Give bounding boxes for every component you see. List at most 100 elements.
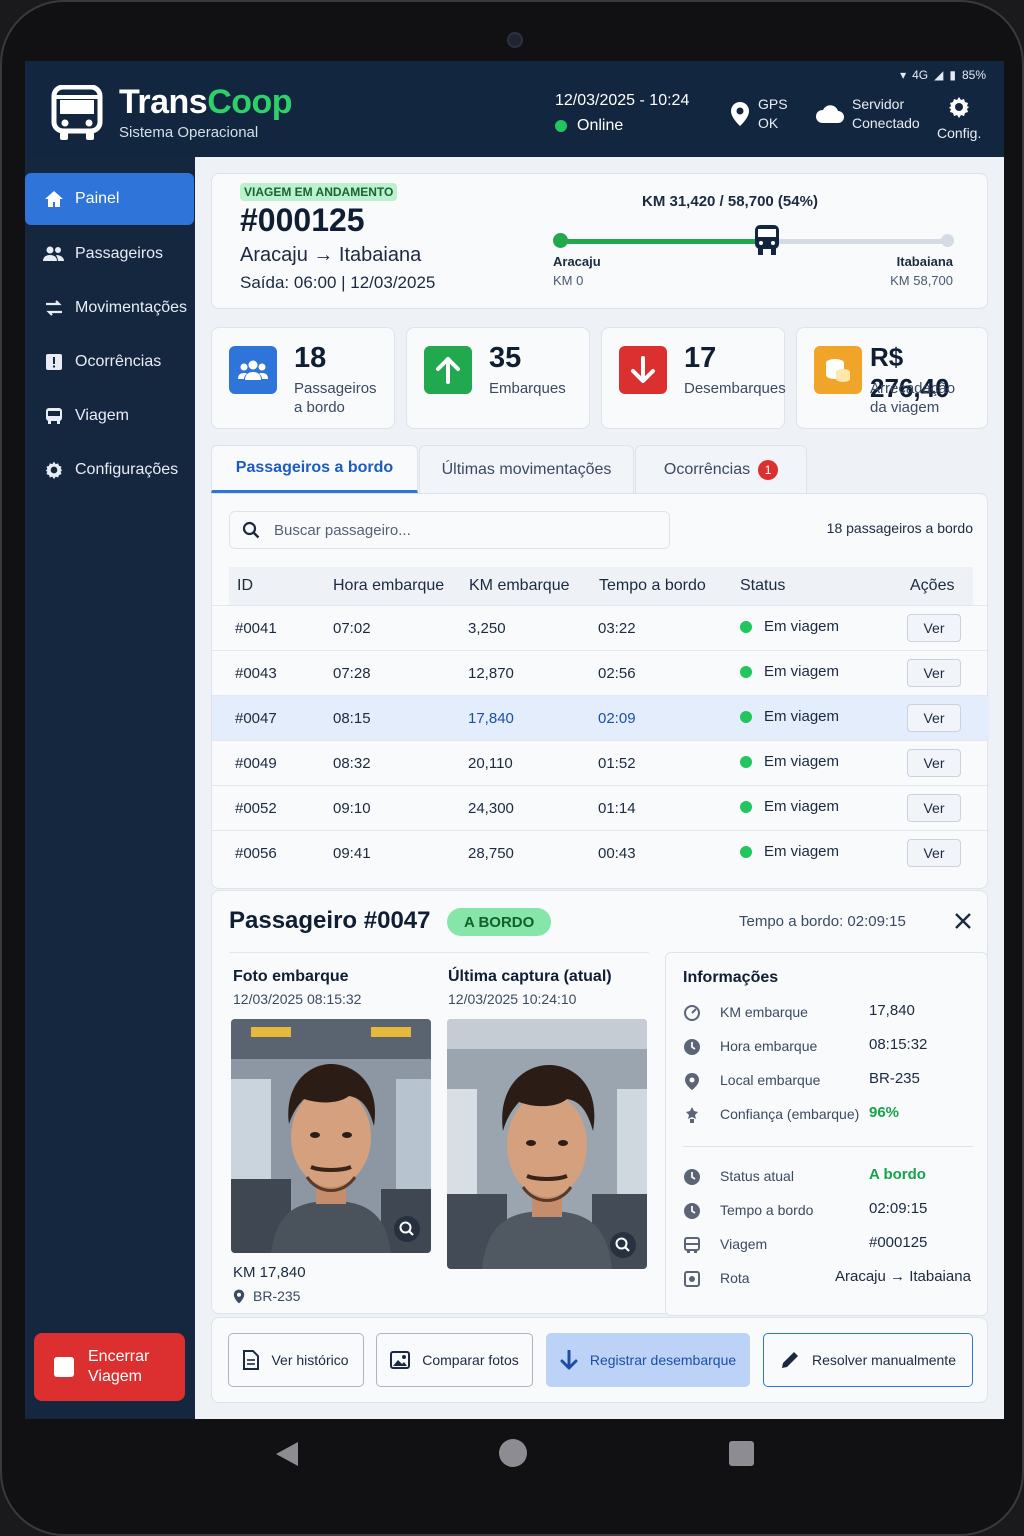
trip-card: VIAGEM EM ANDAMENTO #000125 Aracaju → It… (211, 173, 988, 309)
origin-city: Aracaju (553, 254, 601, 269)
compare-photos-button[interactable]: Comparar fotos (376, 1333, 533, 1387)
zoom-icon[interactable] (393, 1215, 421, 1243)
tab-occurrences[interactable]: Ocorrências 1 (635, 445, 807, 493)
battery-icon: ▮ (949, 68, 956, 82)
document-icon (243, 1350, 260, 1370)
bus-icon (43, 405, 65, 427)
arrow-up-icon (424, 346, 472, 394)
info-value: 17,840 (869, 1002, 915, 1019)
tab-latest-movements[interactable]: Últimas movimentações (419, 445, 634, 493)
passenger-title: Passageiro #0047 (229, 907, 431, 934)
passenger-detail-card: Passageiro #0047 A BORDO Tempo a bordo: … (211, 890, 988, 1316)
coins-icon (814, 346, 862, 394)
onboard-count: 18 passageiros a bordo (826, 520, 973, 536)
current-capture-photo[interactable] (447, 1019, 647, 1269)
table-row[interactable]: #0049 08:32 20,110 01:52 Em viagem Ver (212, 740, 989, 785)
cell-status: Em viagem (740, 843, 839, 860)
passenger-info-panel: Informações KM embarque 17,840 Hora embarq… (665, 952, 988, 1316)
system-status-bar: ▾ 4G ◢ ▮ 85% (900, 68, 986, 82)
destination-dot (941, 234, 954, 247)
server-status[interactable]: Servidor Conectado (814, 95, 920, 133)
table-row[interactable]: #0056 09:41 28,750 00:43 Em viagem Ver (212, 830, 989, 875)
recents-nav-icon[interactable] (729, 1441, 754, 1466)
info-value: Aracaju → Itabaiana (835, 1268, 971, 1285)
users-icon (43, 243, 65, 265)
info-title: Informações (683, 969, 779, 986)
gps-status[interactable]: GPS OK (730, 95, 788, 133)
app-brand: TransCoop (119, 83, 293, 121)
home-nav-icon[interactable] (499, 1439, 527, 1467)
clock-icon (684, 1203, 700, 1219)
cell-tempo: 01:52 (598, 755, 636, 772)
cell-tempo: 03:22 (598, 620, 636, 637)
clock-icon (684, 1039, 700, 1055)
sidebar-item-ocorrencias[interactable]: Ocorrências (25, 336, 194, 388)
sidebar-item-viagem[interactable]: Viagem (25, 390, 194, 442)
info-value: #000125 (869, 1234, 928, 1251)
info-value: 02:09:15 (869, 1200, 928, 1217)
top-bar: ▾ 4G ◢ ▮ 85% TransCoop Sistema Operacion… (25, 61, 1004, 157)
cell-hora: 07:28 (333, 665, 371, 682)
network-label: 4G (912, 68, 929, 82)
search-input[interactable]: Buscar passageiro... (229, 511, 670, 549)
close-icon[interactable] (953, 911, 973, 931)
cloud-icon (815, 105, 844, 123)
table-row[interactable]: #0047 08:15 17,840 02:09 Em viagem Ver (212, 695, 989, 740)
sidebar-item-passageiros[interactable]: Passageiros (25, 228, 194, 280)
info-row: Confiança (embarque) 96% (683, 1104, 983, 1126)
cell-status: Em viagem (740, 618, 839, 635)
tab-passengers-onboard[interactable]: Passageiros a bordo (211, 445, 418, 493)
info-value: BR-235 (869, 1070, 920, 1087)
image-icon (390, 1351, 411, 1369)
bus-position-icon (755, 225, 780, 255)
cell-tempo: 00:43 (598, 845, 636, 862)
table-header: ID Hora embarque KM embarque Tempo a bor… (229, 567, 973, 605)
info-row: Viagem #000125 (683, 1234, 983, 1256)
boarding-photo[interactable] (231, 1019, 431, 1253)
front-camera (507, 32, 523, 48)
view-button[interactable]: Ver (907, 794, 961, 822)
register-disembark-button[interactable]: Registrar desembarque (546, 1333, 750, 1387)
table-row[interactable]: #0043 07:28 12,870 02:56 Em viagem Ver (212, 650, 989, 695)
pin-icon (233, 1289, 245, 1303)
history-button[interactable]: Ver histórico (228, 1333, 364, 1387)
boarding-location: BR-235 (233, 1288, 300, 1304)
config-button[interactable]: Config. (937, 95, 981, 141)
back-nav-icon[interactable] (274, 1440, 300, 1468)
info-key: Tempo a bordo (720, 1202, 814, 1218)
cell-km: 24,300 (468, 800, 514, 817)
stat-passengers-onboard: 18 Passageiros a bordo (211, 327, 395, 429)
search-icon (242, 521, 260, 539)
pin-icon (685, 1073, 699, 1090)
view-button[interactable]: Ver (907, 659, 961, 687)
view-button[interactable]: Ver (907, 839, 961, 867)
sidebar-item-configuracoes[interactable]: Configurações (25, 444, 194, 496)
sidebar-item-movimentacoes[interactable]: Movimentações (25, 282, 194, 334)
info-value: 96% (869, 1104, 900, 1121)
cell-km: 28,750 (468, 845, 514, 862)
zoom-icon[interactable] (609, 1231, 637, 1259)
sidebar-item-painel[interactable]: Painel (25, 173, 194, 225)
end-trip-button[interactable]: Encerrar Viagem (34, 1333, 185, 1401)
table-row[interactable]: #0052 09:10 24,300 01:14 Em viagem Ver (212, 785, 989, 830)
origin-dot (553, 233, 568, 248)
current-datetime: 12/03/2025 - 10:24 (555, 92, 690, 109)
cell-id: #0043 (235, 665, 277, 682)
occurrences-count-badge: 1 (758, 459, 779, 480)
time-onboard: Tempo a bordo: 02:09:15 (739, 913, 906, 930)
tablet-frame: ▾ 4G ◢ ▮ 85% TransCoop Sistema Operacion… (0, 0, 1024, 1536)
action-bar: Ver histórico Comparar fotos Registrar d… (211, 1317, 988, 1403)
resolve-manually-button[interactable]: Resolver manualmente (763, 1333, 973, 1387)
cell-km: 17,840 (468, 710, 514, 727)
pencil-icon (782, 1352, 799, 1368)
table-row[interactable]: #0041 07:02 3,250 03:22 Em viagem Ver (212, 605, 989, 650)
status-dot-icon (740, 800, 752, 813)
view-button[interactable]: Ver (907, 749, 961, 777)
cell-hora: 09:10 (333, 800, 371, 817)
cell-km: 20,110 (468, 755, 513, 772)
view-button[interactable]: Ver (907, 614, 961, 642)
info-key: Confiança (embarque) (720, 1106, 860, 1122)
view-button[interactable]: Ver (907, 704, 961, 732)
info-row: Local embarque BR-235 (683, 1070, 983, 1092)
app-subtitle: Sistema Operacional (119, 124, 259, 141)
